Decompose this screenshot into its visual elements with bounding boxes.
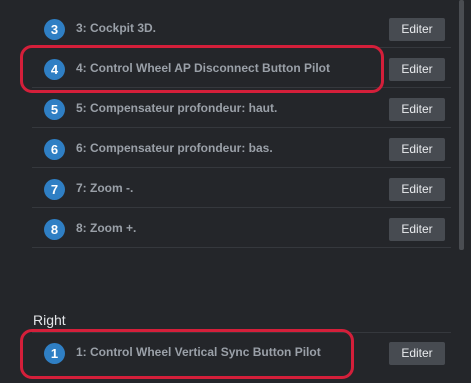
item-number-badge: 5 [44, 99, 65, 120]
binding-label: 8: Zoom +. [76, 221, 137, 235]
scrollbar[interactable] [459, 0, 464, 250]
section-divider [32, 332, 451, 333]
edit-button[interactable]: Editer [389, 218, 445, 241]
item-number-badge: 7 [44, 179, 65, 200]
binding-label: 6: Compensateur profondeur: bas. [76, 141, 273, 155]
edit-button[interactable]: Editer [389, 178, 445, 201]
section-title: Right [33, 312, 66, 328]
binding-label: 3: Cockpit 3D. [76, 21, 157, 35]
item-number-badge: 3 [44, 19, 65, 40]
list-item: 8 8: Zoom +. Editer [32, 212, 451, 248]
edit-button[interactable]: Editer [389, 58, 445, 81]
edit-button[interactable]: Editer [389, 138, 445, 161]
controls-panel: 3 3: Cockpit 3D. Editer 4 4: Control Whe… [0, 0, 471, 383]
edit-button[interactable]: Editer [389, 342, 445, 365]
edit-button[interactable]: Editer [389, 18, 445, 41]
binding-label: 1: Control Wheel Vertical Sync Button Pi… [76, 345, 321, 359]
list-item: 1 1: Control Wheel Vertical Sync Button … [32, 336, 451, 372]
binding-label: 7: Zoom -. [76, 181, 134, 195]
list-item: 7 7: Zoom -. Editer [32, 172, 451, 208]
list-item: 4 4: Control Wheel AP Disconnect Button … [32, 52, 451, 88]
list-item: 3 3: Cockpit 3D. Editer [32, 12, 451, 48]
item-number-badge: 6 [44, 139, 65, 160]
binding-label: 5: Compensateur profondeur: haut. [76, 101, 278, 115]
item-number-badge: 4 [44, 59, 65, 80]
item-number-badge: 1 [44, 343, 65, 364]
item-number-badge: 8 [44, 219, 65, 240]
edit-button[interactable]: Editer [389, 98, 445, 121]
list-item: 5 5: Compensateur profondeur: haut. Edit… [32, 92, 451, 128]
list-item: 6 6: Compensateur profondeur: bas. Edite… [32, 132, 451, 168]
binding-label: 4: Control Wheel AP Disconnect Button Pi… [76, 61, 331, 75]
